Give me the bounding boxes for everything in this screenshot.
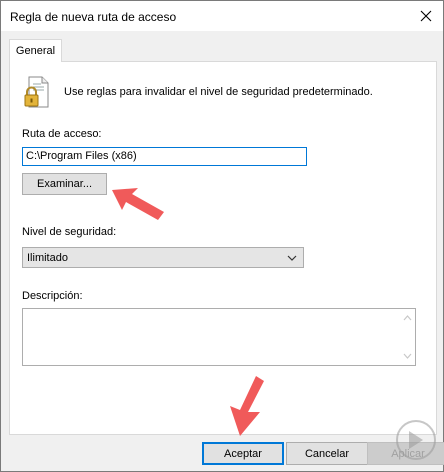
- general-panel: Use reglas para invalidar el nivel de se…: [9, 61, 437, 435]
- dialog-window: Regla de nueva ruta de acceso General Us…: [0, 0, 444, 472]
- window-title: Regla de nueva ruta de acceso: [10, 10, 177, 24]
- cancel-button-label: Cancelar: [304, 447, 350, 460]
- description-textarea[interactable]: [22, 308, 416, 366]
- tab-general-label: General: [15, 45, 56, 57]
- ok-button-label: Aceptar: [224, 447, 262, 460]
- browse-button[interactable]: Examinar...: [22, 173, 107, 195]
- tab-general[interactable]: General: [9, 39, 62, 62]
- chevron-down-icon: [287, 255, 297, 261]
- watermark-logo-icon: [396, 420, 436, 460]
- ok-button[interactable]: Aceptar: [202, 442, 284, 465]
- scroll-up-icon[interactable]: [402, 314, 413, 322]
- close-button[interactable]: [409, 1, 443, 31]
- security-level-select[interactable]: Ilimitado: [22, 247, 304, 268]
- lock-file-icon: [24, 76, 49, 108]
- security-level-label: Nivel de seguridad:: [22, 226, 117, 238]
- close-icon: [420, 10, 432, 22]
- scroll-down-icon[interactable]: [402, 352, 413, 360]
- rule-description-text: Use reglas para invalidar el nivel de se…: [64, 86, 373, 98]
- browse-button-label: Examinar...: [36, 178, 93, 190]
- path-input[interactable]: [22, 147, 307, 166]
- description-label: Descripción:: [22, 290, 83, 302]
- path-label: Ruta de acceso:: [22, 128, 102, 140]
- title-bar: Regla de nueva ruta de acceso: [1, 1, 443, 31]
- cancel-button[interactable]: Cancelar: [286, 442, 368, 465]
- security-level-value: Ilimitado: [27, 252, 68, 264]
